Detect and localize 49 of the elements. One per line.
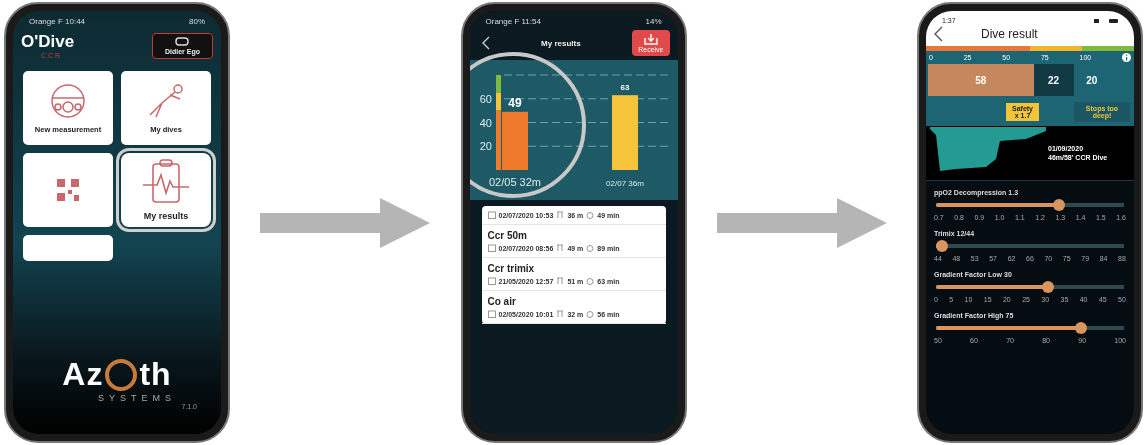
bar-value-label: 63 (620, 83, 629, 93)
info-icon[interactable] (1121, 53, 1131, 62)
clipboard-pulse-icon (141, 159, 191, 205)
dive-title: Ccr 50m (487, 230, 528, 241)
arrow-icon (716, 197, 887, 248)
bar-category-label: 02/07 36m (605, 179, 644, 188)
screen-title: Dive result (981, 27, 1038, 41)
arrow-icon (260, 197, 431, 248)
calendar-icon (487, 244, 496, 252)
slider-thumb[interactable] (936, 240, 948, 252)
dive-title: Ccr trimix (487, 263, 536, 274)
slider-thumb[interactable] (1041, 281, 1054, 293)
app-logo: O'Dive (21, 32, 75, 52)
stopwatch-icon (586, 211, 595, 219)
stopwatch-icon (586, 310, 595, 318)
calendar-icon (487, 211, 496, 219)
depth-icon (556, 244, 565, 252)
axis-tick-label: 20 (479, 140, 492, 153)
stopwatch-icon (586, 277, 595, 285)
stopwatch-icon (586, 244, 595, 252)
download-icon (643, 33, 658, 45)
brand-logo: Az th (62, 356, 172, 393)
depth-icon (556, 277, 565, 285)
back-icon[interactable] (934, 26, 943, 42)
slider-thumb[interactable] (1053, 199, 1066, 211)
depth-icon (556, 211, 565, 219)
menu-tile[interactable] (23, 153, 113, 227)
carrier-time: Orange F 11:54 (485, 17, 541, 26)
calendar-icon (487, 277, 496, 285)
carrier-time: Orange F 10:44 (29, 17, 86, 26)
score-segment: 22 (1033, 64, 1074, 96)
signal-battery-icon (1094, 17, 1118, 24)
helmet-icon (48, 82, 88, 119)
bar-value-label: 49 (507, 95, 522, 110)
score-segment: 58 (928, 64, 1034, 96)
dive-title: Co air (487, 296, 517, 307)
depth-icon (556, 310, 565, 318)
axis-tick-label: 40 (479, 116, 492, 129)
brand-subtitle: SYSTEMS (97, 393, 176, 403)
screen-title: My results (541, 38, 581, 48)
battery-level: 80% (189, 17, 205, 26)
qr-code-icon (56, 178, 80, 202)
battery-level: 14% (645, 17, 662, 26)
slider-thumb[interactable] (1075, 322, 1088, 334)
axis-tick-label: 60 (479, 92, 492, 105)
menu-tile[interactable] (23, 235, 113, 261)
calendar-icon (487, 310, 496, 318)
bar-category-label: 02/05 32m (488, 176, 541, 188)
mask-icon (175, 36, 190, 46)
